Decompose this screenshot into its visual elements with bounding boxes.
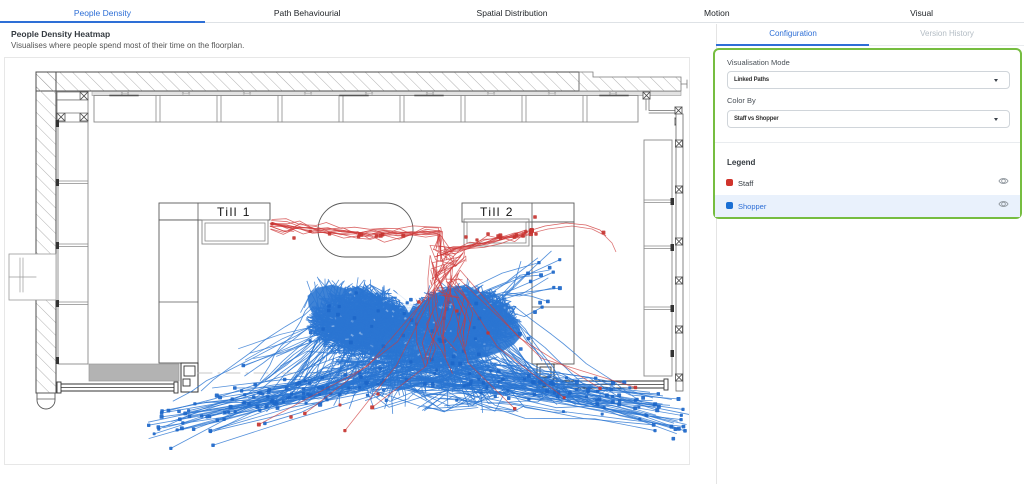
svg-text:0—0: 0—0 bbox=[243, 91, 252, 96]
svg-text:0—0: 0—0 bbox=[548, 91, 557, 96]
svg-text:0—0: 0—0 bbox=[487, 91, 496, 96]
svg-text:0—0: 0—0 bbox=[121, 91, 130, 96]
svg-text:0—0: 0—0 bbox=[609, 91, 618, 96]
svg-text:0—0: 0—0 bbox=[182, 91, 191, 96]
svg-text:Till 1: Till 1 bbox=[217, 205, 251, 219]
svg-text:Till 2: Till 2 bbox=[480, 205, 514, 219]
svg-text:0—0: 0—0 bbox=[304, 91, 313, 96]
svg-text:0—0: 0—0 bbox=[426, 91, 435, 96]
svg-text:0—0: 0—0 bbox=[365, 91, 374, 96]
